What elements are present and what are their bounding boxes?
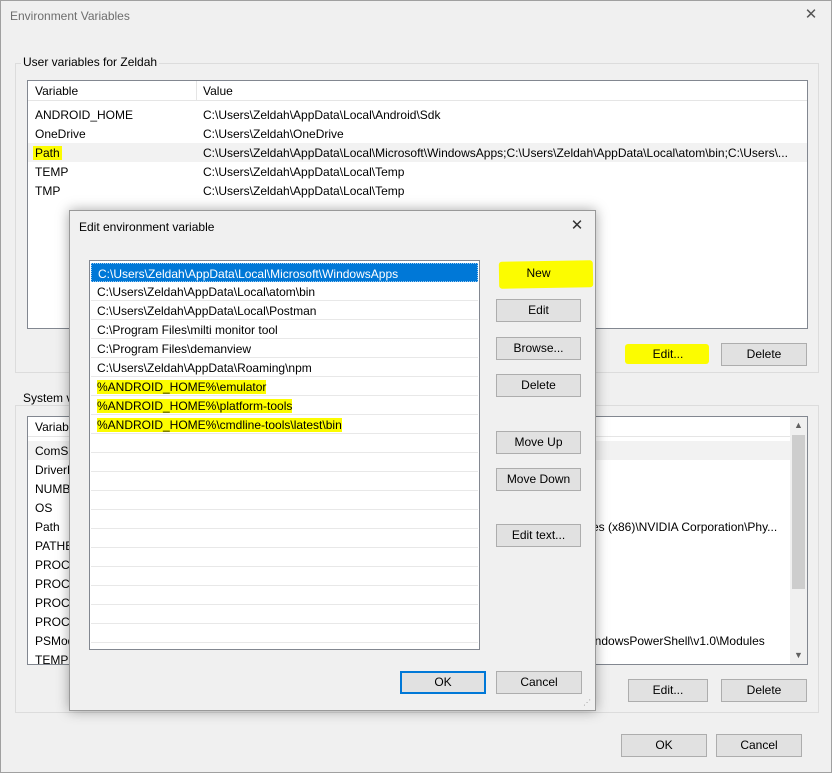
system-var-value: es (x86)\NVIDIA Corporation\Phy... xyxy=(592,520,778,534)
scrollbar-thumb[interactable] xyxy=(792,435,805,589)
path-entry[interactable]: %ANDROID_HOME%\emulator xyxy=(91,377,478,396)
browse-button[interactable]: Browse... xyxy=(496,337,581,360)
path-entry-text: %ANDROID_HOME%\emulator xyxy=(97,380,267,394)
system-variables-label: System v xyxy=(21,391,75,405)
user-var-value: C:\Users\Zeldah\OneDrive xyxy=(203,127,344,141)
user-variables-label: User variables for Zeldah xyxy=(21,55,160,69)
path-entry-empty[interactable] xyxy=(91,567,478,586)
user-var-row-selected[interactable]: Path C:\Users\Zeldah\AppData\Local\Micro… xyxy=(28,143,807,162)
path-entry-text: C:\Users\Zeldah\AppData\Roaming\npm xyxy=(97,361,312,375)
path-entry[interactable]: C:\Program Files\demanview xyxy=(91,339,478,358)
path-entry-selected[interactable]: C:\Users\Zeldah\AppData\Local\Microsoft\… xyxy=(91,263,478,282)
scroll-up-icon[interactable]: ▲ xyxy=(790,417,807,434)
dialog-close-icon[interactable]: ✕ xyxy=(566,215,588,237)
path-entry[interactable]: %ANDROID_HOME%\cmdline-tools\latest\bin xyxy=(91,415,478,434)
path-entry-empty[interactable] xyxy=(91,491,478,510)
system-var-name: Path xyxy=(35,520,60,534)
path-entry-empty[interactable] xyxy=(91,548,478,567)
edit-text-button[interactable]: Edit text... xyxy=(496,524,581,547)
user-var-row[interactable]: TEMP C:\Users\Zeldah\AppData\Local\Temp xyxy=(28,162,807,181)
path-entry-text: %ANDROID_HOME%\platform-tools xyxy=(97,399,293,413)
user-var-value: C:\Users\Zeldah\AppData\Local\Temp xyxy=(203,184,405,198)
system-var-name: OS xyxy=(35,501,53,515)
edit-environment-variable-dialog: Edit environment variable ✕ C:\Users\Zel… xyxy=(69,210,596,711)
path-entry[interactable]: C:\Users\Zeldah\AppData\Local\Postman xyxy=(91,301,478,320)
dialog-title: Edit environment variable xyxy=(79,220,215,234)
user-var-row[interactable]: OneDrive C:\Users\Zeldah\OneDrive xyxy=(28,124,807,143)
path-entry[interactable]: C:\Program Files\milti monitor tool xyxy=(91,320,478,339)
path-entry-empty[interactable] xyxy=(91,605,478,624)
system-var-name: NUMB xyxy=(35,482,71,496)
user-var-name: ANDROID_HOME xyxy=(35,108,134,122)
system-edit-button[interactable]: Edit... xyxy=(628,679,708,702)
user-var-name: Path xyxy=(33,146,62,160)
resize-grip-icon[interactable]: ⋰ xyxy=(583,698,593,708)
user-var-value: C:\Users\Zeldah\AppData\Local\Microsoft\… xyxy=(203,146,788,160)
path-entry-empty[interactable] xyxy=(91,529,478,548)
scroll-down-icon[interactable]: ▼ xyxy=(790,647,807,664)
path-entry-empty[interactable] xyxy=(91,472,478,491)
path-entry-text: C:\Program Files\demanview xyxy=(97,342,252,356)
system-var-name: PATHE xyxy=(35,539,74,553)
path-entry-text: C:\Users\Zeldah\AppData\Local\atom\bin xyxy=(97,285,316,299)
path-entry[interactable]: C:\Users\Zeldah\AppData\Roaming\npm xyxy=(91,358,478,377)
system-var-name: TEMP xyxy=(35,653,69,665)
dialog-edit-button[interactable]: Edit xyxy=(496,299,581,322)
path-entry-text: C:\Users\Zeldah\AppData\Local\Postman xyxy=(97,304,317,318)
user-var-name: TEMP xyxy=(35,165,69,179)
user-variables-header: Variable Value xyxy=(28,81,807,101)
path-entry-empty[interactable] xyxy=(91,510,478,529)
user-edit-button[interactable]: Edit... xyxy=(628,343,708,366)
cancel-button[interactable]: Cancel xyxy=(716,734,802,757)
dialog-cancel-button[interactable]: Cancel xyxy=(496,671,582,694)
path-entry-text: C:\Users\Zeldah\AppData\Local\Microsoft\… xyxy=(98,267,399,281)
move-up-button[interactable]: Move Up xyxy=(496,431,581,454)
move-down-button[interactable]: Move Down xyxy=(496,468,581,491)
user-var-name: OneDrive xyxy=(35,127,86,141)
user-delete-button[interactable]: Delete xyxy=(721,343,807,366)
ok-button[interactable]: OK xyxy=(621,734,707,757)
column-header-variable[interactable]: Variabl xyxy=(35,420,71,434)
user-var-value: C:\Users\Zeldah\AppData\Local\Temp xyxy=(203,165,405,179)
path-entry-empty[interactable] xyxy=(91,434,478,453)
system-variables-scrollbar[interactable]: ▲ ▼ xyxy=(790,417,807,664)
user-var-row[interactable]: ANDROID_HOME C:\Users\Zeldah\AppData\Loc… xyxy=(28,105,807,124)
system-delete-button[interactable]: Delete xyxy=(721,679,807,702)
column-separator[interactable] xyxy=(196,81,197,101)
path-entry-empty[interactable] xyxy=(91,586,478,605)
window-title: Environment Variables xyxy=(10,9,130,23)
dialog-delete-button[interactable]: Delete xyxy=(496,374,581,397)
path-entry-empty[interactable] xyxy=(91,453,478,472)
path-entries-list[interactable]: C:\Users\Zeldah\AppData\Local\Microsoft\… xyxy=(89,260,480,650)
column-header-value[interactable]: Value xyxy=(203,84,233,98)
user-var-value: C:\Users\Zeldah\AppData\Local\Android\Sd… xyxy=(203,108,441,122)
path-entry-empty[interactable] xyxy=(91,624,478,643)
path-entry-text: %ANDROID_HOME%\cmdline-tools\latest\bin xyxy=(97,418,342,432)
column-header-variable[interactable]: Variable xyxy=(35,84,78,98)
window-close-icon[interactable]: ✕ xyxy=(799,4,823,26)
new-button[interactable]: New xyxy=(496,262,581,285)
dialog-ok-button[interactable]: OK xyxy=(400,671,486,694)
path-entry[interactable]: C:\Users\Zeldah\AppData\Local\atom\bin xyxy=(91,282,478,301)
path-entry[interactable]: %ANDROID_HOME%\platform-tools xyxy=(91,396,478,415)
user-var-name: TMP xyxy=(35,184,61,198)
user-var-row[interactable]: TMP C:\Users\Zeldah\AppData\Local\Temp xyxy=(28,181,807,200)
path-entry-text: C:\Program Files\milti monitor tool xyxy=(97,323,278,337)
system-var-value: indowsPowerShell\v1.0\Modules xyxy=(592,634,765,648)
